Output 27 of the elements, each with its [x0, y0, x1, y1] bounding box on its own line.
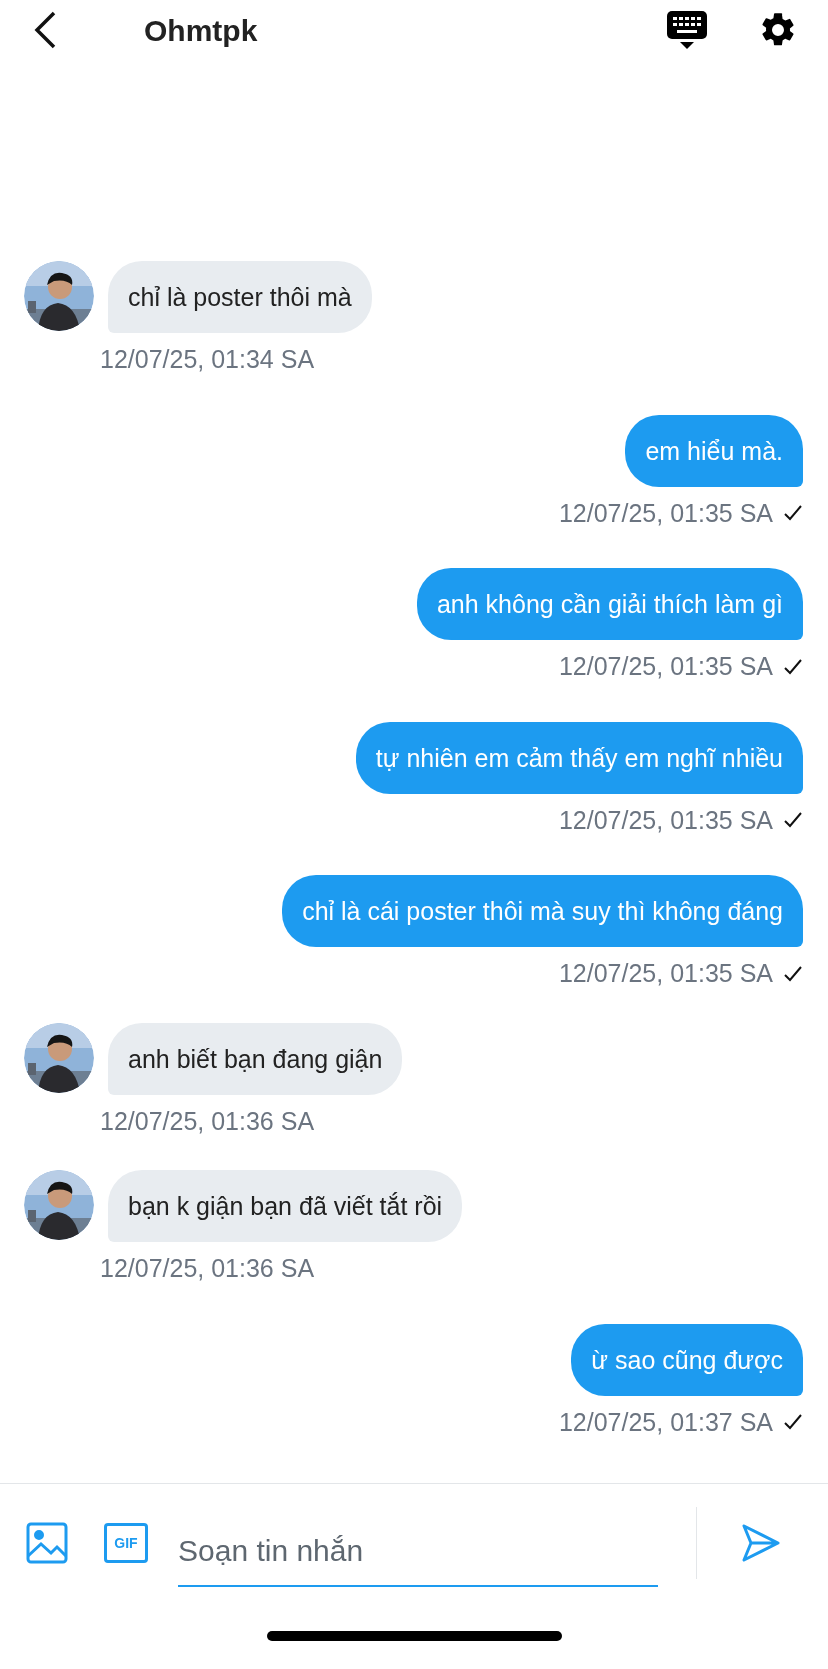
- check-icon: [783, 657, 803, 676]
- message-bubble: bạn k giận bạn đã viết tắt rồi: [108, 1170, 463, 1242]
- message-bubble: anh biết bạn đang giận: [108, 1022, 403, 1095]
- send-icon[interactable]: [741, 1523, 781, 1563]
- message-time: 12/07/25, 01:35 SA: [558, 497, 773, 529]
- message-bubble: tự nhiên em cảm thấy em nghĩ nhiều: [355, 721, 803, 794]
- gif-button[interactable]: GIF: [104, 1523, 148, 1563]
- message-input[interactable]: Soạn tin nhắn: [178, 1525, 658, 1587]
- check-icon: [783, 1413, 803, 1432]
- message-time: 12/07/25, 01:35 SA: [558, 958, 773, 989]
- message-time: 12/07/25, 01:35 SA: [558, 804, 773, 836]
- message-bubble: ừ sao cũng được: [571, 1323, 803, 1396]
- image-icon[interactable]: [26, 1522, 68, 1564]
- message-time: 12/07/25, 01:34 SA: [100, 344, 315, 375]
- message-bubble: anh không cần giải thích làm gì: [416, 568, 803, 640]
- check-icon: [783, 811, 803, 830]
- check-icon: [783, 964, 803, 983]
- message-bubble: chỉ là poster thôi mà: [108, 261, 372, 333]
- message-bubble: em hiểu mà.: [625, 414, 803, 487]
- message-time: 12/07/25, 01:37 SA: [558, 1406, 773, 1438]
- message-time: 12/07/25, 01:36 SA: [100, 1105, 315, 1137]
- chat-title: Ohmtpk: [144, 12, 258, 49]
- message-time: 12/07/25, 01:36 SA: [100, 1253, 315, 1284]
- check-icon: [783, 504, 803, 523]
- keyboard-icon[interactable]: [666, 9, 708, 51]
- message-bubble: chỉ là cái poster thôi mà suy thì không đáng: [282, 875, 803, 947]
- message-time: 12/07/25, 01:35 SA: [558, 651, 773, 682]
